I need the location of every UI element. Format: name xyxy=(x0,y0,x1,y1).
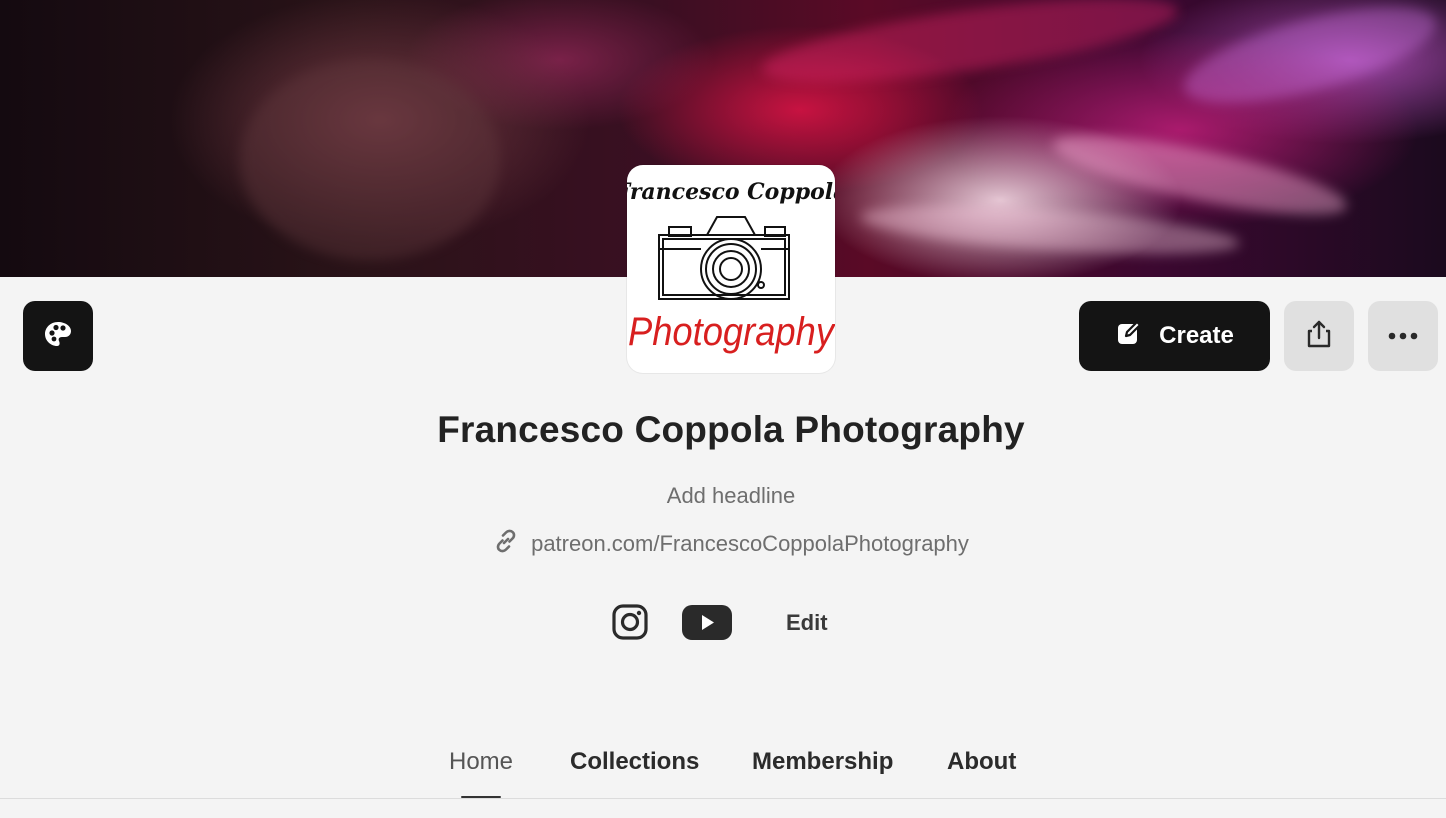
tab-collections[interactable]: Collections xyxy=(570,748,699,776)
social-links xyxy=(611,603,733,641)
logo-bottom-text: Photography xyxy=(628,310,835,354)
tabs-divider xyxy=(0,798,1446,799)
add-headline-link[interactable]: Add headline xyxy=(0,483,1446,509)
link-icon xyxy=(493,528,519,560)
more-horizontal-icon xyxy=(1388,327,1418,345)
profile-url[interactable]: patreon.com/FrancescoCoppolaPhotography xyxy=(0,528,1446,560)
create-button-label: Create xyxy=(1159,322,1234,349)
edit-pencil-icon xyxy=(1115,319,1143,354)
tab-home[interactable]: Home xyxy=(449,748,513,776)
creator-avatar[interactable]: Francesco Coppola Photography xyxy=(627,165,835,373)
youtube-icon[interactable] xyxy=(681,603,733,641)
edit-social-links-button[interactable]: Edit xyxy=(786,610,828,636)
profile-tabs: Home Collections Membership About xyxy=(0,748,1446,798)
page-title: Francesco Coppola Photography xyxy=(437,409,1025,450)
logo-top-text: Francesco Coppola xyxy=(627,179,835,205)
share-button[interactable] xyxy=(1284,301,1354,371)
more-options-button[interactable] xyxy=(1368,301,1438,371)
create-button[interactable]: Create xyxy=(1079,301,1270,371)
customize-button[interactable] xyxy=(23,301,93,371)
instagram-icon[interactable] xyxy=(611,603,649,641)
palette-icon xyxy=(43,319,73,354)
tab-membership[interactable]: Membership xyxy=(752,748,893,776)
camera-icon xyxy=(658,216,790,300)
profile-url-text: patreon.com/FrancescoCoppolaPhotography xyxy=(531,531,969,556)
tab-about[interactable]: About xyxy=(947,748,1016,776)
share-icon xyxy=(1305,319,1333,354)
